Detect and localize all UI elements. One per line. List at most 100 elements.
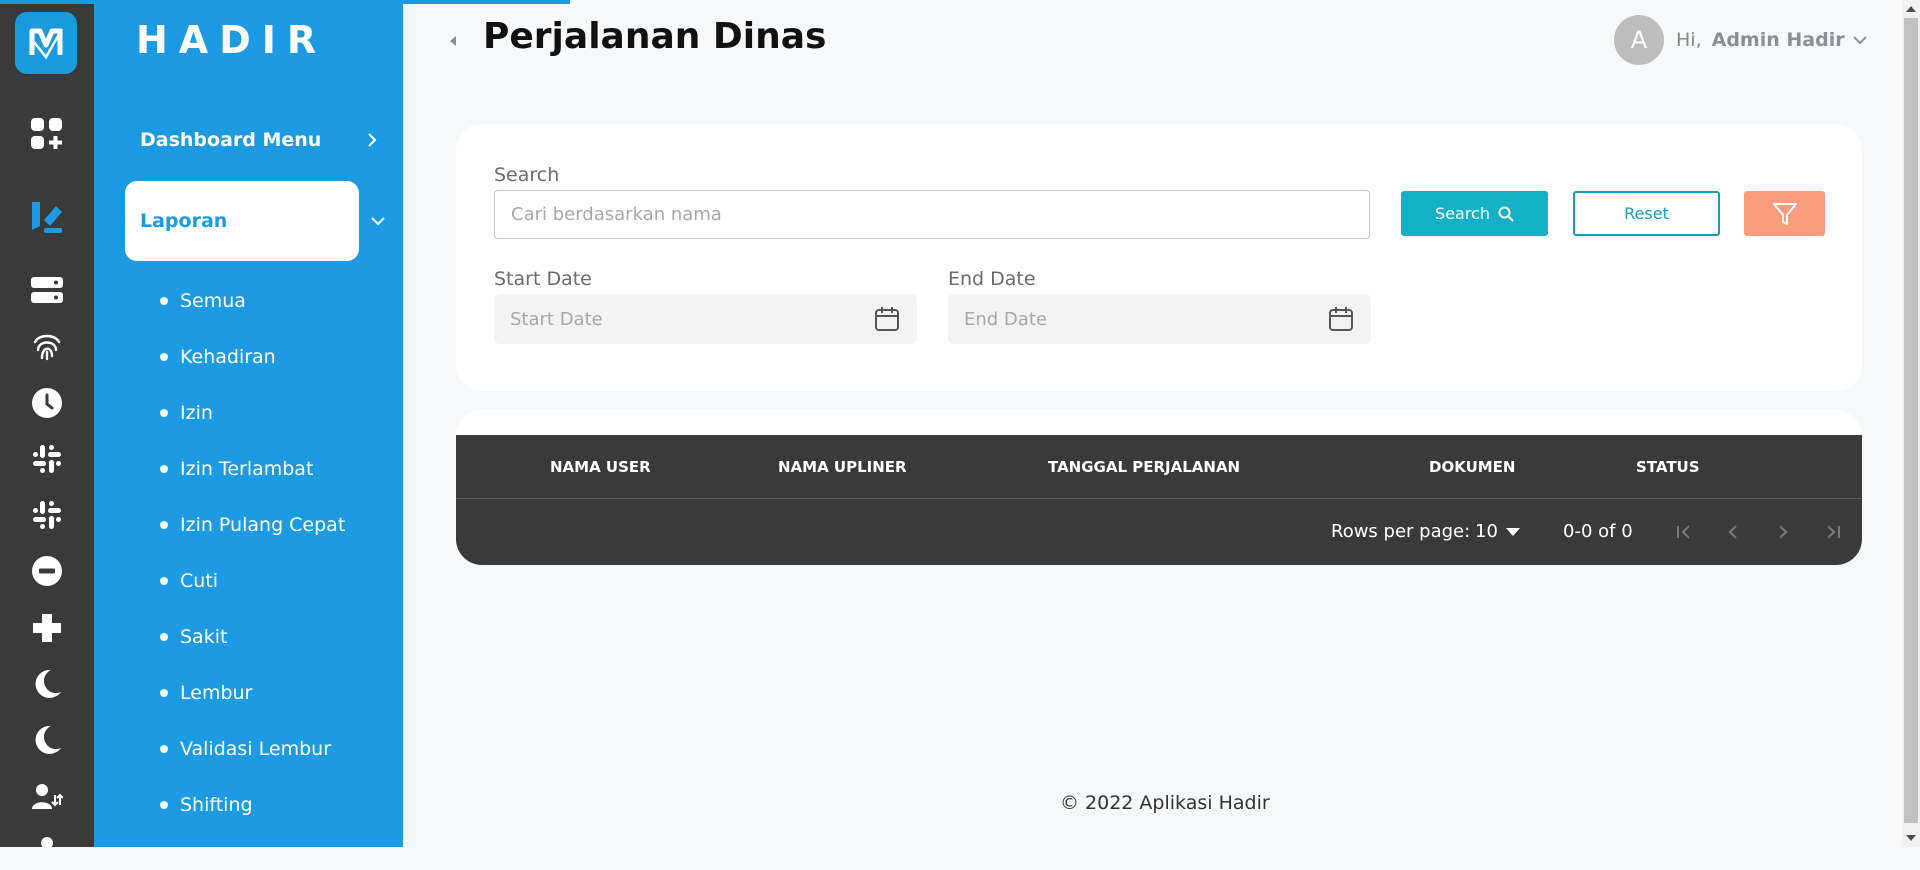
page-title: Perjalanan Dinas [483,16,827,57]
user-name: Admin Hadir [1711,29,1845,51]
bullet-icon [160,297,168,305]
column-header[interactable]: NAMA USER [550,435,651,498]
bullet-icon [160,689,168,697]
rows-per-page-select[interactable]: 10 [1475,521,1520,542]
submenu-label: Sakit [180,626,228,648]
moon-icon[interactable] [27,720,67,760]
scroll-down-icon[interactable] [1902,829,1920,847]
rows-per-page-label: Rows per page: [1331,521,1471,542]
user-menu[interactable]: A Hi, Admin Hadir [1614,15,1869,65]
user-transfer-icon[interactable] [27,777,67,817]
reset-button[interactable]: Reset [1573,191,1720,236]
table-pagination: Rows per page: 10 0-0 of 0 [456,499,1862,565]
submenu-label: Izin Pulang Cepat [180,514,346,536]
footer-copyright: © 2022 Aplikasi Hadir [1060,792,1270,814]
bullet-icon [160,353,168,361]
report-icon[interactable] [27,197,67,237]
submenu-item[interactable]: Cuti [160,553,345,609]
next-page-icon[interactable] [1770,519,1796,545]
column-header[interactable]: NAMA UPLINER [778,435,907,498]
sidebar: HADIR Dashboard Menu Laporan Semua Kehad… [94,0,403,847]
previous-page-icon[interactable] [1720,519,1746,545]
bullet-icon [160,577,168,585]
avatar: A [1614,15,1664,65]
filter-card [456,124,1862,391]
sidebar-item-label: Dashboard Menu [140,129,322,151]
calendar-icon[interactable] [1327,305,1355,333]
caret-down-icon [1505,527,1520,536]
sidebar-item-dashboard-menu[interactable]: Dashboard Menu [140,124,380,156]
user-icon[interactable] [27,830,67,870]
bullet-icon [160,633,168,641]
submenu-label: Kehadiran [180,346,276,368]
submenu-item[interactable]: Sakit [160,609,345,665]
submenu-item[interactable]: Kehadiran [160,329,345,385]
loading-progress-bar [0,0,570,4]
submenu-label: Lembur [180,682,253,704]
start-date-placeholder: Start Date [510,308,603,330]
filter-button[interactable] [1744,191,1825,236]
slack-icon[interactable] [27,439,67,479]
search-label: Search [494,164,560,186]
start-date-field[interactable]: Start Date [494,294,917,344]
pagination-range: 0-0 of 0 [1563,521,1633,542]
submenu-item[interactable]: Izin Pulang Cepat [160,497,345,553]
start-date-label: Start Date [494,268,592,290]
slack-icon[interactable] [27,495,67,535]
first-page-icon[interactable] [1671,519,1697,545]
submenu-item[interactable]: Validasi Lembur [160,721,345,777]
submenu-label: Semua [180,290,246,312]
search-button[interactable]: Search [1401,191,1548,236]
add-app-icon[interactable] [27,114,67,154]
column-header[interactable]: DOKUMEN [1429,435,1515,498]
submenu-label: Cuti [180,570,219,592]
vertical-scrollbar[interactable] [1902,0,1920,847]
submenu-item[interactable]: Izin [160,385,345,441]
last-page-icon[interactable] [1820,519,1846,545]
scrollbar-thumb[interactable] [1904,18,1918,823]
column-header[interactable]: TANGGAL PERJALANAN [1048,435,1240,498]
bullet-icon [160,521,168,529]
table-header-row: NAMA USER NAMA UPLINER TANGGAL PERJALANA… [456,435,1862,498]
sidebar-item-label: Laporan [140,210,228,232]
laporan-submenu: Semua Kehadiran Izin Izin Terlambat Izin… [160,273,345,833]
server-icon[interactable] [27,270,67,310]
submenu-item[interactable]: Semua [160,273,345,329]
submenu-label: Izin [180,402,213,424]
search-icon [1498,206,1514,222]
submenu-label: Validasi Lembur [180,738,332,760]
submenu-label: Izin Terlambat [180,458,314,480]
submenu-item[interactable]: Lembur [160,665,345,721]
icon-rail [0,0,94,849]
end-date-label: End Date [948,268,1036,290]
sidebar-item-laporan[interactable]: Laporan [125,181,403,261]
bullet-icon [160,465,168,473]
greeting: Hi, [1676,29,1702,51]
calendar-icon[interactable] [873,305,901,333]
end-date-placeholder: End Date [964,308,1047,330]
chevron-down-icon [371,217,385,226]
bullet-icon [160,801,168,809]
bullet-icon [160,409,168,417]
rows-per-page-value: 10 [1475,521,1498,542]
search-input[interactable] [494,190,1370,239]
submenu-item[interactable]: Izin Terlambat [160,441,345,497]
search-button-label: Search [1435,204,1490,223]
collapse-sidebar-icon[interactable] [447,33,459,49]
submenu-item[interactable]: Shifting [160,777,345,833]
chevron-down-icon [1852,36,1867,45]
filter-icon [1772,202,1797,225]
submenu-label: Shifting [180,794,253,816]
clock-icon[interactable] [27,383,67,423]
fingerprint-icon[interactable] [27,326,67,366]
minus-circle-icon[interactable] [27,551,67,591]
scroll-up-icon[interactable] [1902,0,1920,18]
moon-icon[interactable] [27,664,67,704]
bullet-icon [160,745,168,753]
plus-cross-icon[interactable] [27,608,67,648]
chevron-right-icon [368,133,377,147]
app-logo[interactable] [15,12,77,74]
brand-logo-text: HADIR [136,18,328,62]
column-header[interactable]: STATUS [1636,435,1700,498]
end-date-field[interactable]: End Date [948,294,1371,344]
